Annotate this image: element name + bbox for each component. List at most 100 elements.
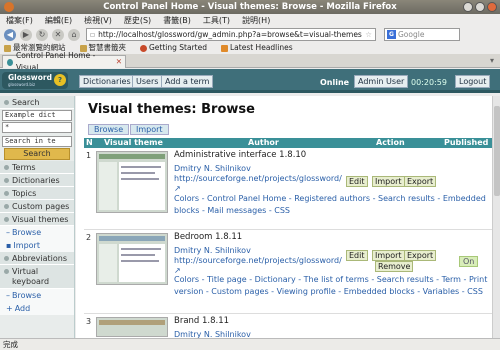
- sidebar-search-button[interactable]: Search: [4, 148, 70, 160]
- dictionary-select[interactable]: Example dict: [2, 110, 72, 121]
- col-action: Action: [376, 138, 405, 147]
- home-icon[interactable]: ⌂: [68, 28, 80, 41]
- sidebar-item-terms[interactable]: Terms: [0, 161, 74, 174]
- remove-button[interactable]: Remove: [375, 261, 414, 272]
- theme-section-links[interactable]: Colors - Title page - Dictionary - The l…: [174, 274, 500, 298]
- menu-help[interactable]: 說明(H): [242, 14, 270, 27]
- sidebar-label: Visual themes: [12, 214, 69, 224]
- export-button[interactable]: Export: [404, 250, 437, 261]
- import-theme-button[interactable]: Import: [372, 176, 405, 187]
- theme-thumbnail[interactable]: [96, 151, 168, 213]
- author-name[interactable]: Dmitry N. Shilnikov: [174, 246, 251, 255]
- sidebar-vk-add[interactable]: + Add: [0, 302, 74, 315]
- bookmark-star-icon[interactable]: ☆: [365, 29, 372, 40]
- sidebar-item-topics[interactable]: Topics: [0, 187, 74, 200]
- page-scrollbar[interactable]: [492, 96, 500, 338]
- url-bar[interactable]: ▫ http://localhost/glossword/gw_admin.ph…: [86, 28, 376, 41]
- scrollbar-thumb[interactable]: [494, 106, 500, 196]
- admin-user-button[interactable]: Admin User: [354, 75, 409, 88]
- menu-bookmarks[interactable]: 書籤(B): [163, 14, 191, 27]
- status-bar: 完成: [0, 338, 500, 350]
- search-query-input[interactable]: *: [2, 122, 72, 133]
- sidebar-item-custom-pages[interactable]: Custom pages: [0, 200, 74, 213]
- author-url-link[interactable]: http://sourceforge.net/projects/glosswor…: [174, 256, 342, 265]
- plus-icon: +: [6, 304, 13, 313]
- menu-edit[interactable]: 編輯(E): [45, 14, 72, 27]
- forward-icon[interactable]: ▶: [20, 28, 32, 41]
- col-visual-theme: Visual theme: [104, 138, 163, 147]
- theme-section-links[interactable]: Colors - Control Panel Home - Registered…: [174, 193, 494, 217]
- minimize-button[interactable]: [463, 2, 473, 12]
- theme-thumbnail[interactable]: [96, 317, 168, 337]
- sidebar-sub-import[interactable]: ▪ Import: [0, 239, 74, 252]
- close-window-button[interactable]: [487, 2, 497, 12]
- import-button[interactable]: Import: [130, 124, 169, 135]
- edit-button[interactable]: Edit: [346, 176, 368, 187]
- sidebar-sub-label: Browse: [12, 228, 42, 237]
- sidebar-sub-label: Import: [13, 241, 40, 250]
- search-scope-select[interactable]: Search in te: [2, 136, 72, 147]
- author-name[interactable]: Dmitry N. Shilnikov: [174, 164, 251, 173]
- browser-tab[interactable]: Control Panel Home - Visual ... ✕: [2, 51, 126, 72]
- logo-text: Glossword: [8, 73, 52, 82]
- sidebar-item-abbreviations[interactable]: Abbreviations: [0, 252, 74, 265]
- sidebar-label: Abbreviations: [12, 253, 68, 263]
- published-toggle[interactable]: On: [459, 256, 479, 267]
- back-icon[interactable]: ◀: [4, 28, 16, 41]
- sidebar-item-dictionaries[interactable]: Dictionaries: [0, 174, 74, 187]
- add-term-button[interactable]: Add a term: [161, 75, 214, 88]
- table-header: N Visual theme Author Action Published: [84, 138, 496, 148]
- sidebar-vk-browse[interactable]: – Browse: [0, 289, 74, 302]
- firefox-icon: [140, 44, 147, 52]
- author-url-link[interactable]: http://sourceforge.net/projects/glosswor…: [174, 174, 342, 183]
- bullet-icon: [4, 269, 9, 274]
- tab-close-icon[interactable]: ✕: [116, 56, 122, 68]
- glossword-logo[interactable]: Glossword glossword.biz ?: [2, 72, 68, 89]
- sidebar-item-visual-themes[interactable]: Visual themes: [0, 213, 74, 226]
- bookmark-label: Getting Started: [149, 43, 207, 52]
- tab-list-icon[interactable]: ▾: [490, 56, 494, 65]
- help-icon: ?: [54, 74, 66, 86]
- browse-button[interactable]: Browse: [88, 124, 130, 135]
- window-titlebar: Control Panel Home - Visual themes: Brow…: [0, 0, 500, 14]
- bookmark-latest-headlines[interactable]: Latest Headlines: [221, 42, 293, 54]
- table-row: 2 Bedroom 1.8.11 Dmitry N. Shilnikov htt…: [84, 232, 496, 314]
- sidebar-item-virtual-keyboard[interactable]: Virtual keyboard: [0, 265, 74, 289]
- menu-tools[interactable]: 工具(T): [203, 14, 230, 27]
- app-header: Glossword glossword.biz ? Dictionaries U…: [0, 69, 500, 93]
- menu-history[interactable]: 歷史(S): [124, 14, 151, 27]
- table-row: 1 Administrative interface 1.8.10 Dmitry…: [84, 150, 496, 230]
- sidebar: Search Example dict * Search in te Searc…: [0, 96, 75, 338]
- import-theme-button[interactable]: Import: [372, 250, 405, 261]
- sidebar-sub-browse[interactable]: – Browse: [0, 226, 74, 239]
- maximize-button[interactable]: [475, 2, 485, 12]
- window-title: Control Panel Home - Visual themes: Brow…: [103, 2, 397, 12]
- menu-view[interactable]: 檢視(V): [84, 14, 112, 27]
- export-button[interactable]: Export: [404, 176, 437, 187]
- sidebar-label: Virtual keyboard: [12, 267, 50, 286]
- users-button[interactable]: Users: [132, 75, 163, 88]
- edit-button[interactable]: Edit: [346, 250, 368, 261]
- logout-button[interactable]: Logout: [455, 75, 491, 88]
- tab-bar: Control Panel Home - Visual ... ✕ ▾: [0, 51, 500, 72]
- sidebar-label: Search: [12, 97, 40, 107]
- theme-thumbnail[interactable]: [96, 233, 168, 285]
- page-icon: ▫: [90, 30, 96, 39]
- theme-author: Dmitry N. Shilnikov: [174, 330, 334, 338]
- sidebar-label: Topics: [12, 188, 37, 198]
- menu-file[interactable]: 檔案(F): [6, 14, 33, 27]
- stop-icon[interactable]: ✕: [52, 28, 64, 41]
- sidebar-sub-label: Browse: [12, 291, 42, 300]
- table-row: 3 Brand 1.8.11 Dmitry N. Shilnikov: [84, 316, 496, 338]
- page-title: Visual themes: Browse: [88, 102, 255, 117]
- navigation-toolbar: ◀ ▶ ↻ ✕ ⌂ ▫ http://localhost/glossword/g…: [0, 27, 500, 42]
- sidebar-sub-label: Add: [14, 304, 31, 313]
- dictionaries-button[interactable]: Dictionaries: [79, 75, 135, 88]
- dash-icon: ▪: [6, 241, 12, 250]
- bookmark-getting-started[interactable]: Getting Started: [140, 42, 207, 54]
- reload-icon[interactable]: ↻: [36, 28, 48, 41]
- menu-bar: 檔案(F) 編輯(E) 檢視(V) 歷史(S) 書籤(B) 工具(T) 說明(H…: [0, 14, 500, 27]
- author-name[interactable]: Dmitry N. Shilnikov: [174, 330, 251, 338]
- bullet-icon: [4, 99, 9, 105]
- search-bar[interactable]: G Google: [384, 28, 460, 41]
